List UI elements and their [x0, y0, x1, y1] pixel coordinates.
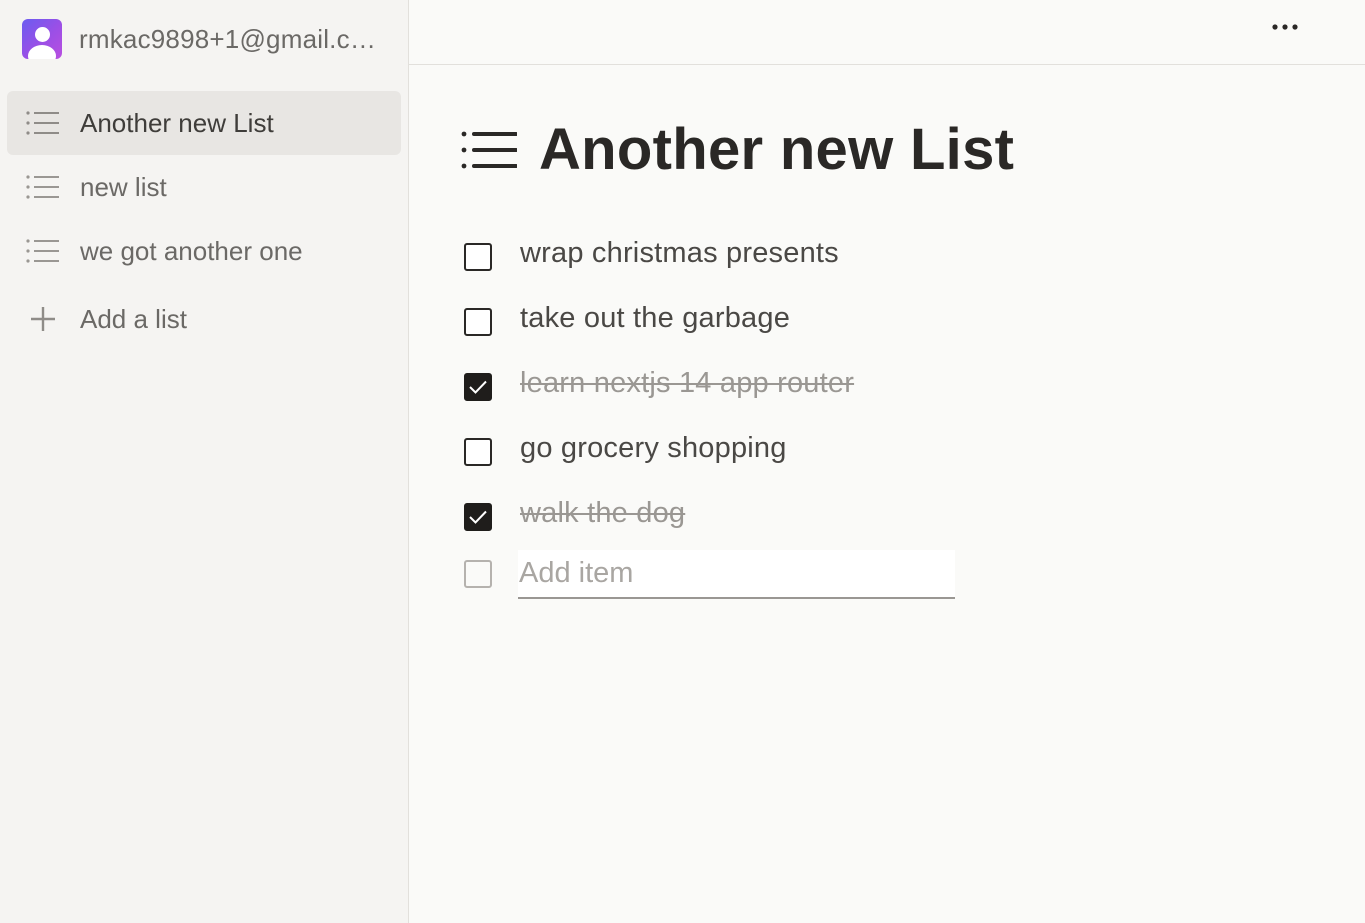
todo-item: walk the dog [464, 481, 1024, 546]
todo-text[interactable]: go grocery shopping [520, 432, 787, 465]
list-icon [26, 239, 59, 263]
add-item-row [464, 546, 1024, 602]
main-content: Another new List wrap christmas presents… [409, 0, 1365, 923]
todo-item: take out the garbage [464, 286, 1024, 351]
top-bar [409, 0, 1365, 65]
sidebar: rmkac9898+1@gmail.com Another new List n… [0, 0, 409, 923]
todo-item: wrap christmas presents [464, 221, 1024, 286]
list-icon [26, 175, 59, 199]
add-list-label: Add a list [80, 303, 187, 334]
todo-text-completed[interactable]: walk the dog [520, 497, 685, 530]
list-icon [26, 111, 59, 135]
todo-checkbox-checked[interactable] [464, 372, 492, 401]
todo-text[interactable]: take out the garbage [520, 302, 790, 335]
add-list-button[interactable]: Add a list [7, 283, 401, 355]
todo-checkbox[interactable] [464, 307, 492, 336]
sidebar-item-new-list[interactable]: new list [7, 155, 401, 219]
account-switcher[interactable]: rmkac9898+1@gmail.com [22, 19, 392, 59]
plus-icon [31, 307, 55, 331]
add-item-input[interactable] [518, 549, 955, 599]
checkmark-icon [469, 380, 487, 394]
page-title: Another new List [539, 117, 1015, 182]
sidebar-item-another-new-list[interactable]: Another new List [7, 91, 401, 155]
add-item-checkbox [464, 560, 492, 588]
todo-checkbox[interactable] [464, 242, 492, 271]
list-header: Another new List [461, 116, 1014, 183]
account-email: rmkac9898+1@gmail.com [79, 23, 381, 54]
todo-list: wrap christmas presents take out the gar… [464, 221, 1024, 602]
todo-text[interactable]: wrap christmas presents [520, 237, 839, 270]
more-horizontal-icon [1272, 24, 1298, 30]
checkmark-icon [469, 510, 487, 524]
todo-item: go grocery shopping [464, 416, 1024, 481]
sidebar-item-we-got-another-one[interactable]: we got another one [7, 219, 401, 283]
list-icon [461, 131, 517, 168]
app-window: rmkac9898+1@gmail.com Another new List n… [0, 0, 1365, 923]
sidebar-item-label: Another new List [80, 107, 274, 138]
user-avatar-icon [22, 19, 62, 59]
sidebar-item-label: we got another one [80, 235, 303, 266]
todo-checkbox-checked[interactable] [464, 502, 492, 531]
todo-item: learn nextjs 14 app router [464, 351, 1024, 416]
todo-checkbox[interactable] [464, 437, 492, 466]
todo-text-completed[interactable]: learn nextjs 14 app router [520, 367, 854, 400]
sidebar-nav: Another new List new list we got another… [7, 91, 401, 355]
more-options-button[interactable] [1265, 12, 1305, 42]
sidebar-item-label: new list [80, 171, 167, 202]
